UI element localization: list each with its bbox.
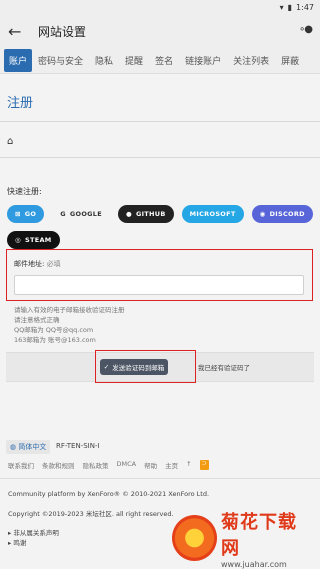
send-button-highlight <box>95 350 196 383</box>
footer-link-home[interactable]: 主页 <box>165 460 178 470</box>
email-hint: QQ邮箱为 QQ号@qq.com <box>14 326 94 334</box>
footer-links: 联系我们 条款和规则 隐私政策 DMCA 帮助 主页 ↑ ⊃ <box>8 460 209 470</box>
top-arrow-icon[interactable]: ↑ <box>186 460 191 470</box>
steam-icon: ◎ <box>15 236 21 244</box>
tab-ignoring[interactable]: 屏蔽 <box>275 48 305 73</box>
sso-go-button[interactable]: ⊠ GO <box>7 205 45 223</box>
footer-link-contact[interactable]: 联系我们 <box>8 460 34 470</box>
email-hint: 163邮箱为 账号@163.com <box>14 336 96 344</box>
flower-logo-icon <box>172 515 218 561</box>
github-icon: ● <box>125 210 132 218</box>
footer-link-privacy[interactable]: 隐私政策 <box>83 460 109 470</box>
tab-connected-accounts[interactable]: 链接账户 <box>179 48 227 73</box>
more-icon[interactable]: ∘● <box>299 24 313 35</box>
arrow-left-icon[interactable]: ← <box>8 22 32 41</box>
main-content: 注册 ⌂ 快速注册: ⊠ GO G GOOGLE ● GITHUB MICROSOFT… <box>0 92 320 249</box>
email-hint: 请输入有效的电子邮箱接收验证码注册 <box>14 306 125 314</box>
battery-icon: ▮ <box>287 2 293 12</box>
watermark-url: www.juahar.com <box>221 559 287 569</box>
tab-following[interactable]: 关注列表 <box>227 48 275 73</box>
footer-link-dmca[interactable]: DMCA <box>117 460 137 470</box>
sso-github-button[interactable]: ● GITHUB <box>117 205 174 223</box>
clock: 1:47 <box>296 2 314 12</box>
email-hint: 请注意格式正确 <box>14 316 60 324</box>
tab-bar: 账户 密码与安全 隐私 提醒 签名 链接账户 关注列表 屏蔽 <box>0 48 320 74</box>
language-chooser[interactable]: ◍ 简体中文 <box>6 440 51 454</box>
discord-icon: ◉ <box>259 210 266 218</box>
disclaimer-link[interactable]: ▸ 非从属关系声明 <box>8 527 59 537</box>
have-code-link[interactable]: 我已经有验证码了 <box>198 362 250 372</box>
register-heading: 注册 <box>7 96 34 111</box>
email-input[interactable] <box>14 275 304 295</box>
tab-signature[interactable]: 签名 <box>149 48 179 73</box>
sso-buttons: ⊠ GO G GOOGLE ● GITHUB MICROSOFT ◉ DISCORD ◎… <box>7 205 313 249</box>
thanks-link[interactable]: ▸ 鸣谢 <box>8 537 26 547</box>
footer-link-help[interactable]: 帮助 <box>144 460 157 470</box>
sso-steam-button[interactable]: ◎ STEAM <box>7 231 60 249</box>
style-chooser[interactable]: RF-TEN-SIN-I <box>56 442 100 450</box>
sso-discord-button[interactable]: ◉ DISCORD <box>251 205 313 223</box>
x-icon: ⊠ <box>15 210 21 218</box>
watermark: 菊花下载网 www.juahar.com <box>172 511 314 569</box>
tab-privacy[interactable]: 隐私 <box>89 48 119 73</box>
tab-account[interactable]: 账户 <box>4 49 33 72</box>
copyright: Copyright ©2019-2023 米坛社区. all right res… <box>8 510 174 518</box>
page-title: 网站设置 <box>38 24 87 39</box>
divider <box>0 121 320 122</box>
google-icon: G <box>60 210 66 218</box>
app-bar: ← 网站设置 ∘● <box>0 14 320 48</box>
watermark-title: 菊花下载网 <box>221 511 298 559</box>
divider <box>0 478 320 479</box>
status-bar: ▾ ▮ 1:47 <box>0 0 320 14</box>
wifi-icon: ▾ <box>279 2 284 12</box>
platform-credit: Community platform by XenForo® © 2010-20… <box>8 490 210 498</box>
sso-microsoft-button[interactable]: MICROSOFT <box>181 205 244 223</box>
footer-link-terms[interactable]: 条款和规则 <box>42 460 75 470</box>
email-label: 邮件地址: 必填 <box>14 260 61 268</box>
tab-password-security[interactable]: 密码与安全 <box>32 48 89 73</box>
divider <box>0 157 320 158</box>
sso-google-button[interactable]: G GOOGLE <box>52 205 110 223</box>
quick-register-label: 快速注册: <box>7 187 42 196</box>
rss-icon[interactable]: ⊃ <box>199 460 209 470</box>
tab-alerts[interactable]: 提醒 <box>119 48 149 73</box>
home-icon[interactable]: ⌂ <box>7 136 313 147</box>
